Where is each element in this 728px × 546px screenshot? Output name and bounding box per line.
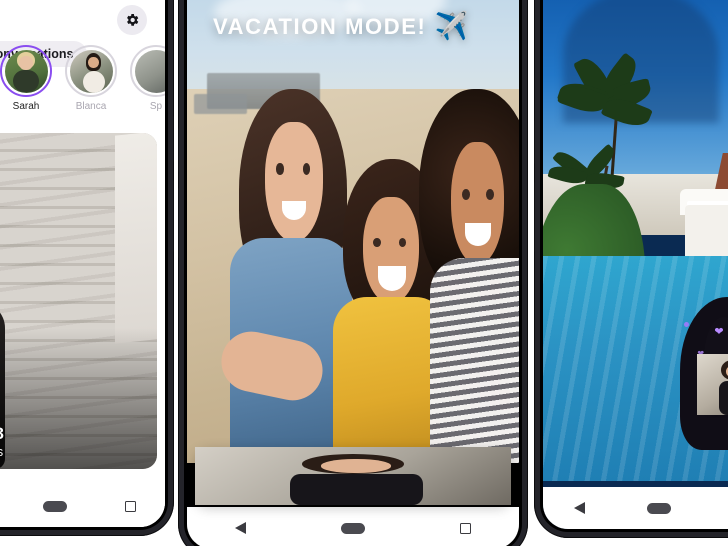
center-phone-bezel: Christine 4h VACATION MODE! ✈️ [184,0,522,546]
power-button[interactable] [178,128,179,172]
stories-rail[interactable]: lor Sarah [0,45,165,127]
left-phone-screen: u Conversations [0,0,165,527]
airplane-icon: ✈️ [434,11,469,41]
home-pill-button[interactable] [43,500,68,512]
avatar [69,49,113,93]
recents-button[interactable] [460,522,472,534]
avatar [134,49,165,93]
center-phone-screen: Christine 4h VACATION MODE! ✈️ [187,0,519,546]
center-phone-device: Christine 4h VACATION MODE! ✈️ [178,0,528,546]
caption-text: VACATION MODE! [213,13,427,39]
left-topbar: u Conversations [0,5,165,67]
story-caption: VACATION MODE! ✈️ [213,13,468,40]
home-pill-button[interactable] [647,502,672,514]
like-sent-row [697,354,728,415]
avatar [697,354,728,415]
profile-name: stine, 28 [0,424,4,444]
person-right [419,88,519,463]
right-navbar [543,487,728,529]
screenshot-stage: u Conversations [0,0,728,546]
palm-tree [694,0,728,82]
center-navbar [187,507,519,546]
power-button[interactable] [173,116,174,162]
conversations-screen: u Conversations [0,0,165,527]
story-viewer-screen: Christine 4h VACATION MODE! ✈️ [187,0,519,546]
like-sent-confirmation: Like Sent [697,354,728,415]
right-phone-screen: Christine ❤ ❤ [543,0,728,529]
heart-particle-icon: ❤ [714,325,724,338]
story-label: Blanca [75,101,107,112]
left-navbar [0,485,165,527]
profile-mutual-friends: utual friends [0,445,4,459]
volume-button[interactable] [534,182,535,252]
volume-button[interactable] [173,180,174,252]
profile-preview-card[interactable]: Christine, 28 12 mutual friends [195,447,511,505]
avatar [195,447,511,505]
story-label: Sp [149,101,163,112]
back-button[interactable] [234,522,246,534]
story-item-sarah[interactable]: Sarah [0,45,54,127]
recents-button[interactable] [125,500,137,512]
right-phone-bezel: Christine ❤ ❤ [540,0,728,532]
left-phone-bezel: u Conversations [0,0,168,530]
like-sent-screen: Christine ❤ ❤ [543,0,728,529]
right-phone-device: Christine ❤ ❤ [534,0,728,538]
photo-wall [115,133,157,344]
profile-card-text: stine, 28 utual friends [0,424,4,459]
left-phone-device: u Conversations [0,0,174,536]
power-button[interactable] [534,120,535,164]
home-pill-button[interactable] [340,522,365,534]
gear-icon [127,14,139,26]
profile-card[interactable]: stine, 28 utual friends [0,133,157,469]
story-item-blanca[interactable]: Blanca [63,45,119,127]
story-item-spencer[interactable]: Sp [128,45,165,127]
avatar [4,49,48,93]
story-photo[interactable]: Christine ❤ ❤ [543,0,728,481]
photo-scrim [0,327,157,469]
story-photo[interactable]: Christine 4h VACATION MODE! ✈️ [187,0,519,463]
settings-button[interactable] [117,5,147,35]
story-ring [130,45,165,97]
back-button[interactable] [574,502,586,514]
story-ring [0,45,52,97]
story-label: Sarah [12,101,40,112]
volume-button[interactable] [178,188,179,258]
story-ring [65,45,117,97]
